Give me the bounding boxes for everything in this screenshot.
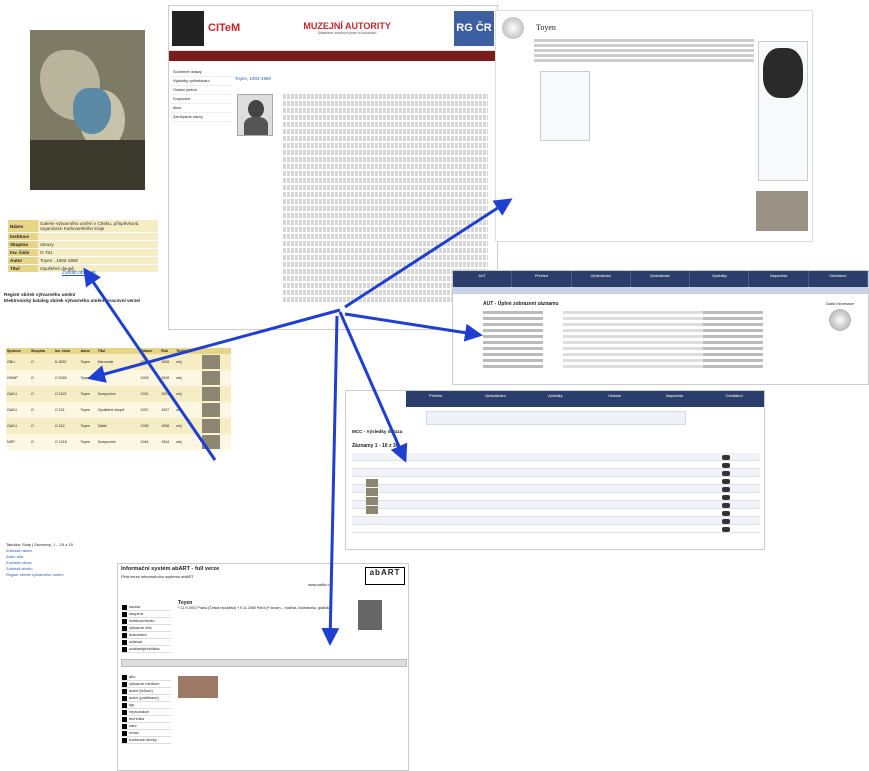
arrow-to-museum-record xyxy=(83,267,217,461)
arrow-to-aut xyxy=(344,312,483,342)
arrow-to-wikipedia xyxy=(344,198,513,309)
arrow-to-mcc xyxy=(338,311,408,463)
arrow-to-catalogue xyxy=(87,308,341,383)
arrow-to-abart xyxy=(321,315,340,646)
link-arrows xyxy=(83,198,513,646)
